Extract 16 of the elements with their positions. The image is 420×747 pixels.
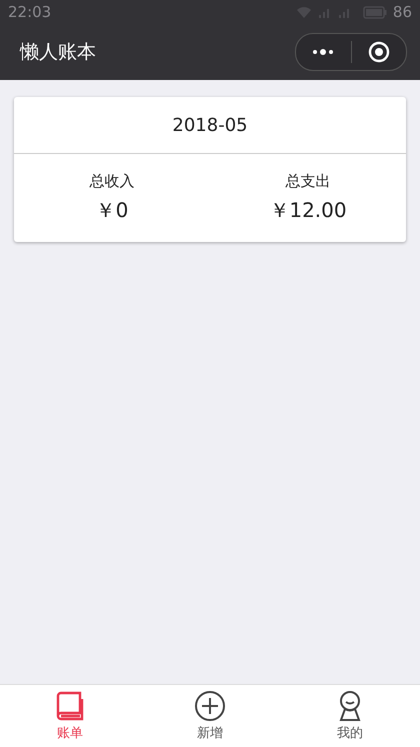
month-label: 2018-05: [14, 97, 406, 154]
battery-icon: [362, 6, 387, 18]
tab[interactable]: 新增: [140, 685, 280, 747]
total-label: 总收入: [90, 172, 134, 191]
battery-level: 86: [392, 3, 412, 21]
status-time: 22:03: [8, 3, 52, 21]
target-icon: [368, 41, 390, 63]
tab[interactable]: 我的: [280, 685, 420, 747]
book-icon: [54, 690, 86, 722]
total-amount: ￥12.00: [269, 197, 347, 224]
total-amount: ￥0: [96, 197, 128, 224]
tab[interactable]: 账单: [0, 685, 140, 747]
total-label: 总支出: [286, 172, 330, 191]
nav-title: 懒人账本: [20, 40, 96, 65]
plus-circle-icon: [194, 690, 226, 722]
more-icon: [312, 49, 334, 55]
